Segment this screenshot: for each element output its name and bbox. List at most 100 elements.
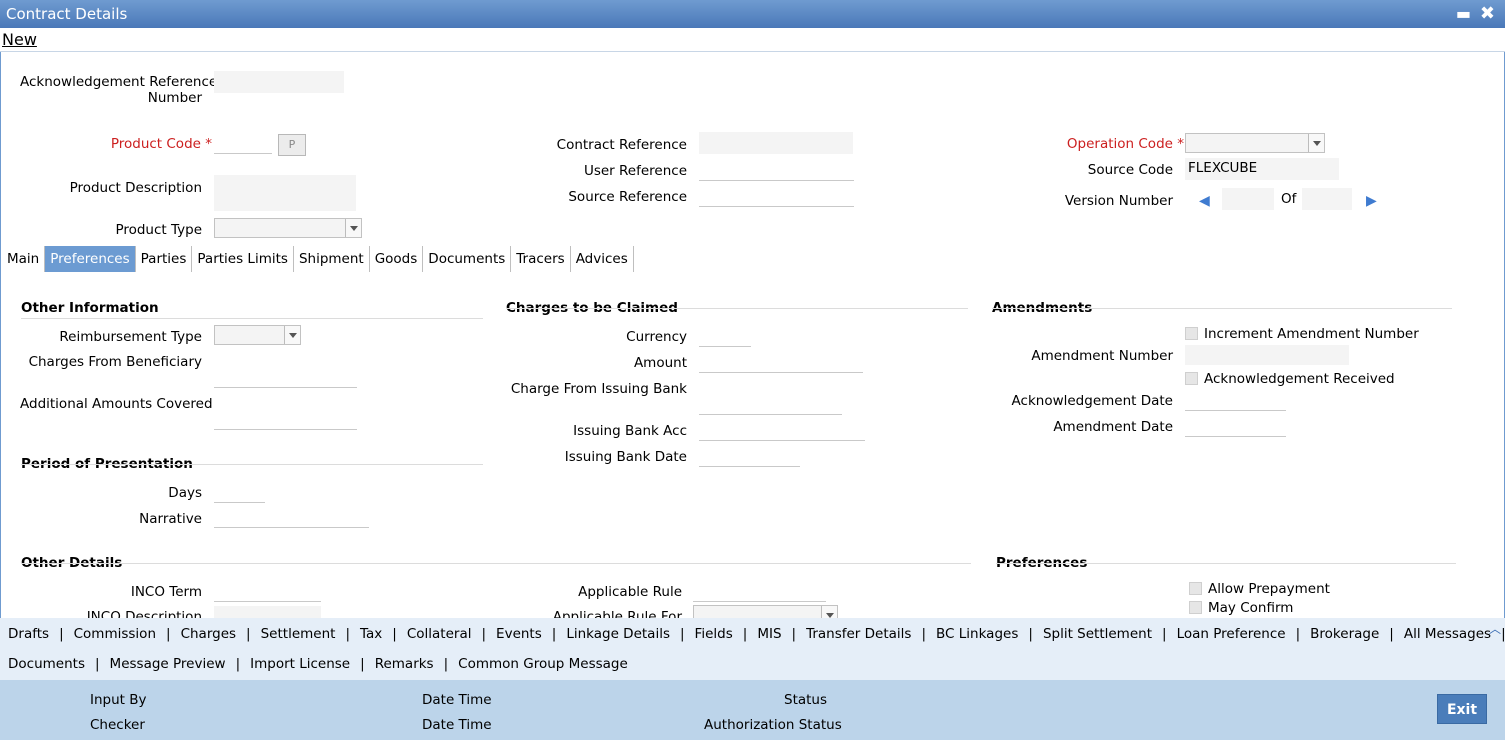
minimize-icon[interactable]: ▬ (1456, 0, 1471, 28)
link-import-license[interactable]: Import License (250, 656, 350, 672)
product-type-select[interactable] (214, 218, 362, 238)
applicable-rule-for-select[interactable] (693, 605, 838, 618)
link-bc-linkages[interactable]: BC Linkages (936, 626, 1018, 642)
source-reference-field[interactable] (699, 186, 854, 207)
issuing-bank-date-field[interactable] (699, 446, 800, 467)
section-divider (21, 318, 483, 319)
charge-from-issuing-bank-label: Charge From Issuing Bank (510, 381, 687, 397)
ack-ref-input[interactable] (214, 71, 344, 93)
charges-from-beneficiary-field[interactable] (214, 366, 357, 388)
link-tax[interactable]: Tax (360, 626, 382, 642)
amount-field[interactable] (699, 352, 863, 373)
link-separator: | (443, 656, 449, 672)
amendment-date-label: Amendment Date (1053, 419, 1173, 435)
date-time-label-2: Date Time (422, 717, 492, 733)
sub-screen-links-bar: ︿ Drafts | Commission | Charges | Settlement | T… (0, 618, 1505, 680)
link-separator: | (1501, 626, 1505, 642)
link-separator: | (1295, 626, 1301, 642)
tab-preferences[interactable]: Preferences (45, 246, 136, 272)
allow-prepayment-checkbox[interactable] (1189, 582, 1202, 595)
tab-parties[interactable]: Parties (136, 246, 193, 272)
tab-main[interactable]: Main (2, 246, 46, 272)
link-message-preview[interactable]: Message Preview (110, 656, 226, 672)
link-separator: | (791, 626, 797, 642)
link-linkage-details[interactable]: Linkage Details (566, 626, 670, 642)
new-menu-item[interactable]: New (2, 30, 37, 49)
applicable-rule-field[interactable] (693, 581, 826, 602)
allow-prepayment-label: Allow Prepayment (1208, 581, 1330, 597)
link-separator: | (1162, 626, 1167, 642)
window-title: Contract Details (6, 5, 128, 23)
tab-advices[interactable]: Advices (571, 246, 634, 272)
product-code-label-text: Product Code (110, 136, 201, 152)
status-label: Status (784, 692, 828, 708)
link-brokerage[interactable]: Brokerage (1310, 626, 1379, 642)
inco-description-label: INCO Description (86, 609, 202, 618)
acknowledgement-date-field[interactable] (1185, 390, 1286, 411)
product-type-label: Product Type (115, 222, 202, 238)
link-separator: | (392, 626, 397, 642)
link-documents[interactable]: Documents (8, 656, 85, 672)
link-remarks[interactable]: Remarks (375, 656, 434, 672)
link-charges[interactable]: Charges (181, 626, 236, 642)
link-settlement[interactable]: Settlement (261, 626, 336, 642)
tab-goods[interactable]: Goods (370, 246, 424, 272)
inco-term-field[interactable] (214, 581, 321, 602)
operation-code-select[interactable] (1185, 133, 1325, 153)
audit-bar: Input By Checker Date Time Date Time Sta… (0, 680, 1505, 740)
product-description-field[interactable] (214, 175, 356, 211)
date-time-label-1: Date Time (422, 692, 492, 708)
required-mark: * (205, 136, 212, 152)
operation-code-label: Operation Code * (1020, 136, 1184, 152)
close-icon[interactable]: ✖ (1480, 0, 1495, 28)
tab-parties-limits[interactable]: Parties Limits (192, 246, 294, 272)
increment-amendment-number-checkbox[interactable] (1185, 327, 1198, 340)
additional-amounts-covered-field[interactable] (214, 408, 357, 430)
link-transfer-details[interactable]: Transfer Details (806, 626, 911, 642)
previous-version-icon[interactable]: ◀ (1199, 193, 1210, 209)
amendment-date-field[interactable] (1185, 416, 1286, 437)
days-field[interactable] (214, 482, 265, 503)
link-collateral[interactable]: Collateral (407, 626, 472, 642)
section-divider (992, 308, 1452, 309)
other-information-title: Other Information (21, 300, 159, 316)
inco-description-field[interactable] (214, 606, 321, 618)
tab-documents[interactable]: Documents (423, 246, 512, 272)
checker-label: Checker (90, 717, 145, 733)
next-version-icon[interactable]: ▶ (1366, 193, 1377, 209)
link-fields[interactable]: Fields (695, 626, 733, 642)
link-all-messages[interactable]: All Messages (1404, 626, 1491, 642)
acknowledgement-received-checkbox[interactable] (1185, 372, 1198, 385)
link-commission[interactable]: Commission (74, 626, 156, 642)
narrative-field[interactable] (214, 507, 369, 528)
charge-from-issuing-bank-field[interactable] (699, 394, 842, 415)
exit-button[interactable]: Exit (1437, 694, 1487, 724)
required-mark: * (1177, 136, 1184, 152)
applicable-rule-for-label: Applicable Rule For (552, 609, 682, 618)
tab-shipment[interactable]: Shipment (294, 246, 370, 272)
product-description-label: Product Description (69, 180, 202, 196)
version-of-label: Of (1281, 191, 1297, 207)
reimbursement-type-select[interactable] (214, 325, 301, 345)
chevron-down-icon (1308, 134, 1324, 152)
product-code-input[interactable] (214, 134, 272, 154)
link-events[interactable]: Events (496, 626, 542, 642)
product-code-lookup-button[interactable]: P (278, 134, 306, 156)
issuing-bank-acc-field[interactable] (699, 420, 865, 441)
link-common-group-message[interactable]: Common Group Message (458, 656, 628, 672)
chevron-down-icon (284, 326, 300, 344)
link-separator: | (481, 626, 487, 642)
user-reference-field[interactable] (699, 160, 854, 181)
link-loan-preference[interactable]: Loan Preference (1177, 626, 1286, 642)
contract-reference-label: Contract Reference (556, 137, 687, 153)
link-separator: | (551, 626, 557, 642)
increment-amendment-number-label: Increment Amendment Number (1204, 326, 1419, 342)
link-mis[interactable]: MIS (757, 626, 781, 642)
may-confirm-checkbox[interactable] (1189, 601, 1202, 614)
version-number-label: Version Number (1064, 193, 1173, 209)
link-drafts[interactable]: Drafts (8, 626, 49, 642)
link-split-settlement[interactable]: Split Settlement (1043, 626, 1152, 642)
tab-tracers[interactable]: Tracers (511, 246, 571, 272)
currency-field[interactable] (699, 326, 751, 347)
menu-bar: New (0, 28, 1505, 52)
